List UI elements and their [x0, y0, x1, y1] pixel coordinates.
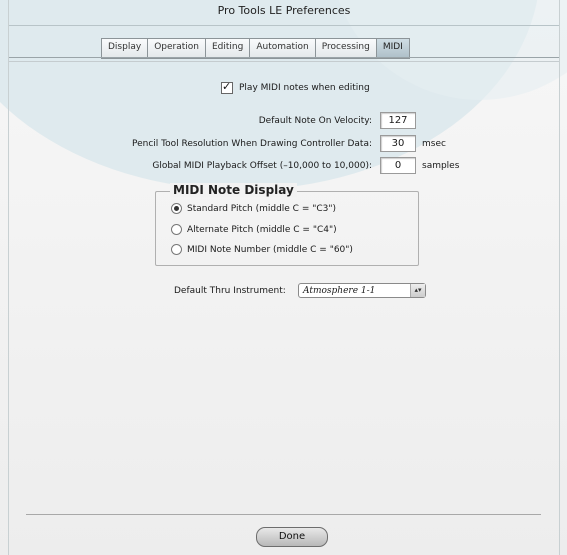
tab-automation[interactable]: Automation	[250, 39, 316, 58]
offset-label: Global MIDI Playback Offset (–10,000 to …	[152, 160, 372, 171]
radio-button-icon[interactable]	[171, 244, 182, 255]
thru-instrument-label: Default Thru Instrument:	[174, 286, 286, 296]
thru-instrument-select[interactable]: Atmosphere 1-1 ▴▾	[298, 283, 426, 298]
pencil-label: Pencil Tool Resolution When Drawing Cont…	[131, 138, 372, 149]
radio-standard-pitch[interactable]: Standard Pitch (middle C = "C3")	[171, 203, 336, 214]
velocity-row: Default Note On Velocity: 127	[150, 112, 416, 129]
offset-unit: samples	[422, 160, 460, 171]
midi-note-display-title: MIDI Note Display	[170, 183, 297, 197]
tab-midi[interactable]: MIDI	[376, 39, 409, 58]
radio-alternate-pitch-label: Alternate Pitch (middle C = "C4")	[187, 224, 337, 235]
tab-display[interactable]: Display	[102, 39, 149, 58]
radio-standard-pitch-label: Standard Pitch (middle C = "C3")	[187, 203, 337, 214]
updown-arrows-icon: ▴▾	[410, 284, 425, 297]
play-midi-checkbox-row[interactable]: Play MIDI notes when editing	[221, 80, 370, 94]
tab-operation[interactable]: Operation	[148, 39, 206, 58]
play-midi-label: Play MIDI notes when editing	[239, 83, 370, 93]
done-button[interactable]: Done	[256, 527, 328, 547]
pencil-row: Pencil Tool Resolution When Drawing Cont…	[40, 135, 446, 152]
pencil-unit: msec	[422, 138, 446, 149]
velocity-field[interactable]: 127	[380, 112, 416, 129]
offset-row: Global MIDI Playback Offset (–10,000 to …	[40, 157, 459, 174]
radio-button-icon[interactable]	[171, 224, 182, 235]
radio-button-icon[interactable]	[171, 203, 182, 214]
radio-midi-note-number-label: MIDI Note Number (middle C = "60")	[187, 244, 353, 255]
tab-editing[interactable]: Editing	[205, 39, 251, 58]
velocity-label: Default Note On Velocity:	[258, 115, 372, 126]
pencil-resolution-field[interactable]: 30	[380, 135, 416, 152]
tab-bar: Display Operation Editing Automation Pro…	[101, 38, 410, 59]
tab-processing[interactable]: Processing	[315, 39, 377, 58]
thru-instrument-value: Atmosphere 1-1	[303, 286, 376, 296]
play-midi-checkbox[interactable]	[221, 80, 233, 94]
radio-alternate-pitch[interactable]: Alternate Pitch (middle C = "C4")	[171, 224, 337, 235]
playback-offset-field[interactable]: 0	[380, 157, 416, 174]
radio-midi-note-number[interactable]: MIDI Note Number (middle C = "60")	[171, 244, 353, 255]
window-title: Pro Tools LE Preferences	[9, 0, 559, 26]
preferences-window: Pro Tools LE Preferences Display Operati…	[0, 0, 567, 555]
